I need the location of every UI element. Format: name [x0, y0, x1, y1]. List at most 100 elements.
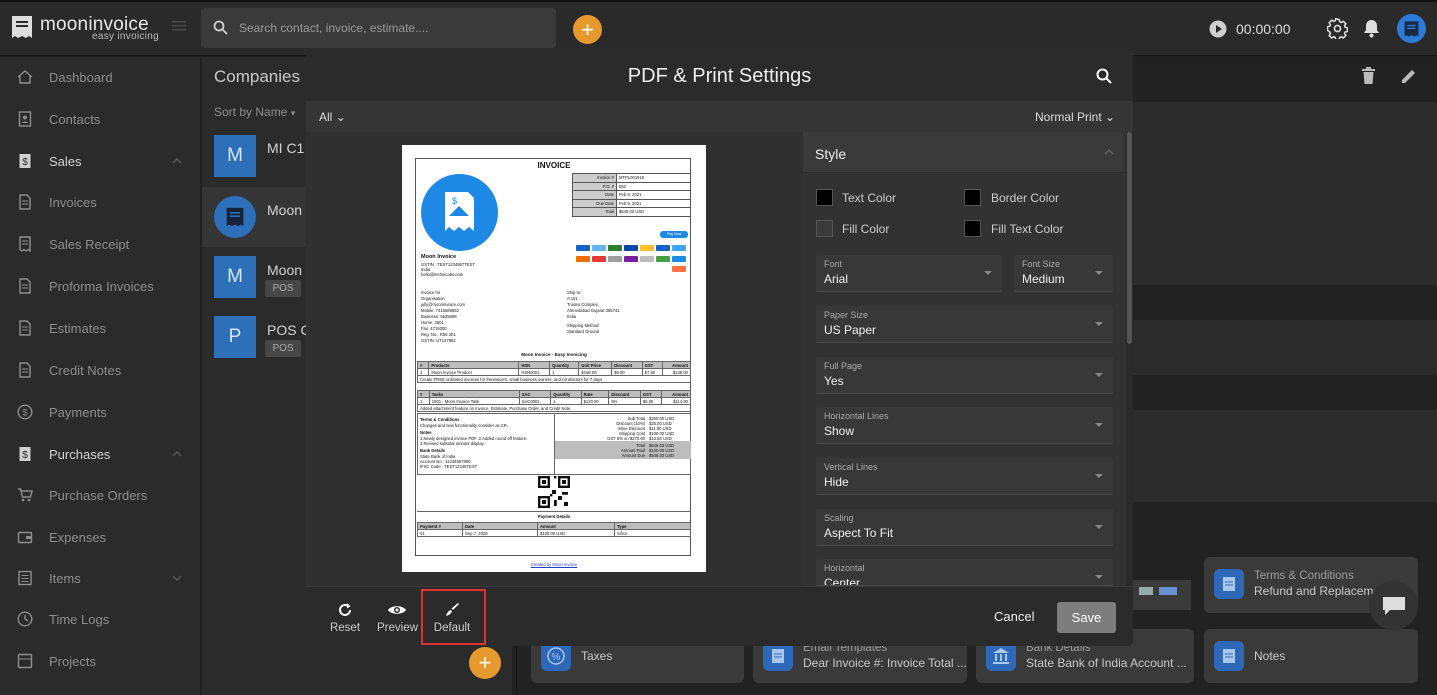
border-color-swatch[interactable] — [964, 189, 981, 206]
sort-dropdown[interactable]: Sort by Name ▾ — [214, 105, 295, 119]
default-highlight-box — [421, 589, 486, 645]
text-color-label: Text Color — [842, 191, 897, 205]
invoice-meta-table: Invoice # MTPL001919 P.O. #552 Date Feb 9,… — [572, 173, 691, 217]
svg-text:$: $ — [22, 408, 27, 418]
sidebar-item-credit-notes[interactable]: Credit Notes — [0, 355, 200, 385]
sidebar-item-proforma-invoices[interactable]: Proforma Invoices — [0, 271, 200, 301]
sidebar-item-estimates[interactable]: Estimates — [0, 313, 200, 343]
style-header-label: Style — [815, 146, 847, 162]
chevron-down-icon[interactable] — [172, 573, 182, 583]
preview-label: Preview — [377, 622, 418, 634]
document-icon — [19, 194, 31, 210]
save-button[interactable]: Save — [1057, 602, 1116, 633]
print-mode-dropdown[interactable]: Normal Print ⌄ — [1035, 110, 1115, 124]
chevron-up-icon[interactable] — [172, 449, 182, 459]
bell-icon[interactable] — [1363, 19, 1380, 38]
sidebar-item-invoices[interactable]: Invoices — [0, 187, 200, 217]
sidebar-item-purchase-orders[interactable]: Purchase Orders — [0, 480, 200, 510]
trash-icon[interactable] — [1361, 67, 1376, 84]
sidebar-item-contacts[interactable]: Contacts — [0, 104, 200, 134]
card-brand-icon — [608, 245, 622, 251]
style-section-header[interactable]: Style — [803, 132, 1123, 173]
play-timer-icon[interactable] — [1209, 20, 1227, 38]
style-scrollbar[interactable] — [1126, 132, 1133, 586]
company-name: Moon Invoice — [421, 254, 457, 260]
sidebar-item-time-logs[interactable]: Time Logs — [0, 604, 200, 634]
sidebar: Dashboard Contacts $ Sales Invoices Sale… — [0, 57, 200, 695]
dollar-circle-icon: $ — [17, 404, 33, 420]
filter-dropdown[interactable]: All ⌄ — [319, 110, 346, 124]
sidebar-item-dashboard[interactable]: Dashboard — [0, 62, 200, 92]
dropdown-arrow-icon — [1095, 373, 1103, 377]
chat-button[interactable] — [1369, 581, 1418, 630]
invoice-heading: INVOICE — [537, 161, 571, 170]
dialog-title: PDF & Print Settings — [627, 65, 812, 87]
clock-icon — [17, 611, 33, 627]
chevron-down-icon: ▾ — [290, 108, 296, 118]
dialog-footer: Reset Preview Default Cancel Save — [306, 586, 1133, 646]
gear-icon[interactable] — [1327, 18, 1348, 39]
paper-size-select[interactable]: Paper Size US Paper — [816, 306, 1113, 343]
full-page-select[interactable]: Full Page Yes — [816, 357, 1113, 394]
card-brand-icon — [640, 256, 654, 262]
brand-tagline: easy invoicing — [92, 31, 160, 42]
text-color-swatch[interactable] — [816, 189, 833, 206]
sidebar-item-projects[interactable]: Projects — [0, 646, 200, 676]
card-value: Refund and Replaceme — [1254, 584, 1381, 598]
global-search-input[interactable]: Search contact, invoice, estimate.... — [201, 8, 556, 48]
sidebar-item-label: Invoices — [49, 195, 97, 210]
chevron-up-icon[interactable] — [172, 156, 182, 166]
list-icon — [18, 570, 32, 586]
card-brand-icon — [624, 256, 638, 262]
sidebar-item-sales[interactable]: $ Sales — [0, 146, 200, 176]
pay-now-button[interactable]: Pay Now — [660, 231, 688, 238]
company-initial: M — [214, 135, 256, 177]
dropdown-arrow-icon — [1095, 423, 1103, 427]
border-color-label: Border Color — [991, 191, 1060, 205]
card-brand-icon — [672, 245, 686, 251]
top-bar: mooninvoice easy invoicing Search contac… — [0, 0, 1437, 56]
companies-title: Companies — [214, 67, 300, 86]
sidebar-item-payments[interactable]: $ Payments — [0, 397, 200, 427]
user-avatar[interactable] — [1397, 14, 1426, 43]
created-by-link[interactable]: Created by Moon Invoice — [402, 562, 706, 567]
sidebar-item-label: Proforma Invoices — [49, 279, 154, 294]
cancel-button[interactable]: Cancel — [994, 609, 1034, 624]
horizontal-lines-select[interactable]: Horizontal Lines Show — [816, 407, 1113, 444]
search-icon[interactable] — [1096, 68, 1112, 84]
invoice-logo-icon: $ — [421, 174, 498, 251]
font-select[interactable]: Font Arial — [816, 255, 1002, 292]
eye-icon — [388, 606, 406, 614]
notes-card[interactable]: Notes — [1204, 629, 1418, 683]
hamburger-icon[interactable] — [172, 20, 186, 32]
card-brand-icon — [576, 245, 590, 251]
add-company-button[interactable]: + — [469, 647, 501, 679]
moon-invoice-logo-icon[interactable] — [10, 14, 34, 40]
vertical-lines-select[interactable]: Vertical Lines Hide — [816, 458, 1113, 495]
document-icon — [19, 362, 31, 378]
sidebar-item-purchases[interactable]: $ Purchases — [0, 439, 200, 469]
fill-text-color-swatch[interactable] — [964, 220, 981, 237]
wallet-icon — [17, 531, 33, 544]
folder-icon — [17, 653, 33, 669]
edit-pencil-icon[interactable] — [1401, 67, 1418, 84]
quick-add-button[interactable]: + — [573, 15, 602, 44]
sidebar-item-expenses[interactable]: Expenses — [0, 522, 200, 552]
scaling-select[interactable]: Scaling Aspect To Fit — [816, 509, 1113, 546]
reset-button[interactable]: Reset — [325, 602, 365, 634]
svg-text:$: $ — [22, 157, 28, 168]
horizontal-align-select[interactable]: Horizontal Center — [816, 559, 1113, 586]
sidebar-item-items[interactable]: Items — [0, 563, 200, 593]
sidebar-item-label: Purchases — [49, 447, 111, 462]
fill-color-swatch[interactable] — [816, 220, 833, 237]
sidebar-item-label: Projects — [49, 654, 96, 669]
sidebar-item-label: Sales — [49, 154, 82, 169]
terms-doc-icon — [1214, 569, 1244, 599]
sidebar-item-label: Contacts — [49, 112, 101, 127]
pos-badge: POS — [265, 340, 301, 357]
font-size-select[interactable]: Font Size Medium — [1014, 255, 1113, 292]
company-initial: M — [214, 256, 256, 298]
sidebar-item-sales-receipt[interactable]: Sales Receipt — [0, 229, 200, 259]
preview-button[interactable]: Preview — [377, 602, 418, 634]
pdf-preview-pane: INVOICE $ Invoice # MTPL001919 P.O. #552 … — [306, 132, 803, 586]
